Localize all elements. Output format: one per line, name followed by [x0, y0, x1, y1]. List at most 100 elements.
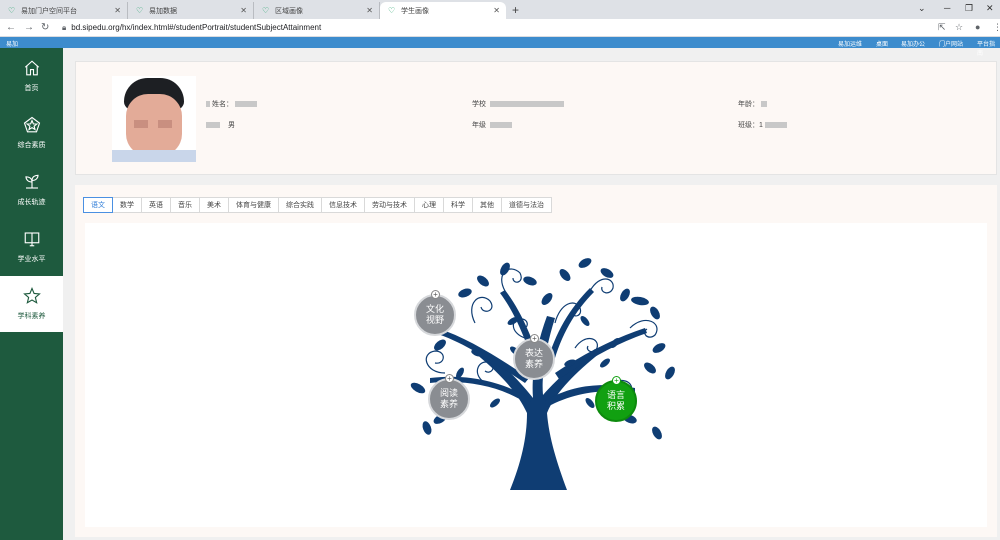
close-icon[interactable]: ✕: [114, 6, 121, 15]
topbar-link[interactable]: 平台指南: [977, 39, 1000, 57]
sidebar-item-label: 综合素质: [17, 142, 46, 149]
browser-menu-icon[interactable]: ⋮: [993, 22, 1000, 33]
expand-plus-icon[interactable]: +: [431, 290, 440, 299]
subject-tab-art[interactable]: 美术: [199, 197, 229, 213]
browser-tab[interactable]: ♡ 区域画像 ✕: [254, 2, 380, 19]
node-expression-literacy[interactable]: + 表达 素养: [513, 334, 555, 380]
browser-tabstrip: ♡ 易加门户空间平台 ✕ ♡ 易加数据 ✕ ♡ 区域画像 ✕ ♡ 学生画像 ✕ …: [0, 0, 1000, 19]
node-label: 文化: [425, 304, 444, 314]
sidebar: 首页 综合素质 成长轨迹 学业水平 学科素养: [0, 48, 63, 540]
forward-arrow-icon[interactable]: →: [24, 22, 34, 33]
name-field: 姓名：: [204, 99, 259, 109]
expand-plus-icon[interactable]: +: [612, 376, 621, 385]
topbar-link[interactable]: 门户网站: [939, 39, 963, 48]
subject-tab-science[interactable]: 科学: [443, 197, 473, 213]
tab-favicon-icon: ♡: [136, 5, 144, 15]
star-icon: [22, 287, 41, 304]
class-value-redacted: [764, 122, 787, 128]
subject-tab-pe[interactable]: 体育与健康: [228, 197, 279, 213]
window-close-icon[interactable]: ✕: [986, 3, 994, 14]
address-bar: ← → ↻ 🔒︎ bd.sipedu.org/hx/index.html#/stu…: [0, 19, 1000, 37]
subject-tab-music[interactable]: 音乐: [170, 197, 200, 213]
node-language-accumulation[interactable]: + 语言 积累: [595, 376, 637, 422]
sidebar-item-academic[interactable]: 学业水平: [0, 219, 63, 275]
tab-title: 学生画像: [401, 7, 429, 15]
gender-value: 男: [228, 122, 235, 129]
node-label: 素养: [524, 359, 543, 369]
tab-title: 区域画像: [275, 7, 303, 15]
literacy-tree-canvas: + 文化 视野 + 表达 素养 + 阅读 素养 + 语言 积累: [85, 223, 987, 527]
subject-tab-it[interactable]: 信息技术: [321, 197, 365, 213]
node-label: 阅读: [439, 388, 458, 398]
sidebar-item-label: 学业水平: [17, 256, 46, 263]
subject-tab-english[interactable]: 英语: [141, 197, 171, 213]
profile-icon[interactable]: ●: [975, 22, 980, 32]
app-topbar: 易加 易加运维 桌面 易加办公 门户网站 平台指南: [0, 37, 1000, 57]
back-arrow-icon[interactable]: ←: [6, 22, 16, 33]
student-profile-card: 姓名： 男 学校 年级 年龄： 班级：1: [75, 61, 997, 175]
expand-plus-icon[interactable]: +: [445, 374, 454, 383]
node-label: 语言: [606, 390, 625, 400]
home-icon: [24, 60, 39, 76]
sidebar-item-subject-literacy[interactable]: 学科素养: [0, 276, 63, 332]
node-label: 素养: [439, 399, 458, 409]
class-label: 班级：1: [738, 122, 763, 129]
school-label: 学校: [472, 101, 486, 108]
subject-tabs: 语文 数学 英语 音乐 美术 体育与健康 综合实践 信息技术 劳动与技术 心理 …: [83, 197, 552, 213]
node-cultural-vision[interactable]: + 文化 视野: [414, 290, 456, 336]
school-field: 学校: [472, 99, 566, 109]
topbar-link[interactable]: 易加运维: [838, 39, 862, 48]
class-field: 班级：1: [738, 120, 789, 130]
name-label: 姓名：: [212, 101, 233, 108]
age-value-redacted: [761, 101, 767, 107]
tab-title: 易加门户空间平台: [21, 7, 77, 15]
subject-tab-other[interactable]: 其他: [472, 197, 502, 213]
grade-field: 年级: [472, 120, 514, 130]
sidebar-item-home[interactable]: 首页: [0, 48, 63, 104]
sidebar-item-quality[interactable]: 综合素质: [0, 105, 63, 161]
node-label: 视野: [425, 315, 444, 325]
new-tab-icon[interactable]: +: [512, 3, 519, 17]
subject-literacy-panel: 语文 数学 英语 音乐 美术 体育与健康 综合实践 信息技术 劳动与技术 心理 …: [75, 185, 997, 537]
tab-search-chevron-icon[interactable]: ⌄: [918, 3, 926, 14]
topbar-link[interactable]: 易加办公: [901, 39, 925, 48]
close-icon[interactable]: ✕: [493, 6, 500, 15]
subject-tab-morality[interactable]: 道德与法治: [501, 197, 552, 213]
subject-tab-math[interactable]: 数学: [112, 197, 142, 213]
node-label: 表达: [524, 348, 543, 358]
sidebar-item-growth[interactable]: 成长轨迹: [0, 162, 63, 218]
topbar-link[interactable]: 桌面: [876, 39, 888, 48]
tab-title: 易加数据: [149, 7, 177, 15]
close-icon[interactable]: ✕: [240, 6, 247, 15]
minimize-icon[interactable]: ─: [944, 3, 950, 13]
brand-logo[interactable]: 易加: [6, 39, 18, 48]
pentagon-star-icon: [23, 116, 40, 133]
subject-tab-practice[interactable]: 综合实践: [278, 197, 322, 213]
url-field[interactable]: 🔒︎ bd.sipedu.org/hx/index.html#/studentPo…: [62, 23, 321, 33]
sidebar-item-label: 首页: [24, 85, 39, 92]
school-value-redacted: [490, 101, 564, 107]
name-value-redacted: [235, 101, 257, 107]
tab-favicon-icon: ♡: [262, 5, 270, 15]
gender-label-redacted: [206, 122, 220, 128]
subject-tab-psychology[interactable]: 心理: [414, 197, 444, 213]
subject-tab-labor[interactable]: 劳动与技术: [364, 197, 415, 213]
node-label: 积累: [606, 401, 625, 411]
reload-icon[interactable]: ↻: [41, 22, 49, 33]
node-reading-literacy[interactable]: + 阅读 素养: [428, 374, 470, 420]
browser-tab-active[interactable]: ♡ 学生画像 ✕: [380, 2, 506, 19]
age-field: 年龄：: [738, 99, 769, 109]
sidebar-item-label: 学科素养: [17, 313, 46, 320]
sprout-icon: [24, 174, 39, 189]
sidebar-item-label: 成长轨迹: [17, 199, 46, 206]
age-label: 年龄：: [738, 101, 759, 108]
subject-tab-chinese[interactable]: 语文: [83, 197, 113, 213]
expand-plus-icon[interactable]: +: [530, 334, 539, 343]
browser-tab[interactable]: ♡ 易加门户空间平台 ✕: [0, 2, 128, 19]
close-icon[interactable]: ✕: [366, 6, 373, 15]
bookmark-star-icon[interactable]: ☆: [955, 22, 963, 33]
share-icon[interactable]: ⇱: [938, 22, 946, 33]
browser-tab[interactable]: ♡ 易加数据 ✕: [128, 2, 254, 19]
grade-label: 年级: [472, 122, 486, 129]
restore-icon[interactable]: ❐: [965, 3, 973, 14]
